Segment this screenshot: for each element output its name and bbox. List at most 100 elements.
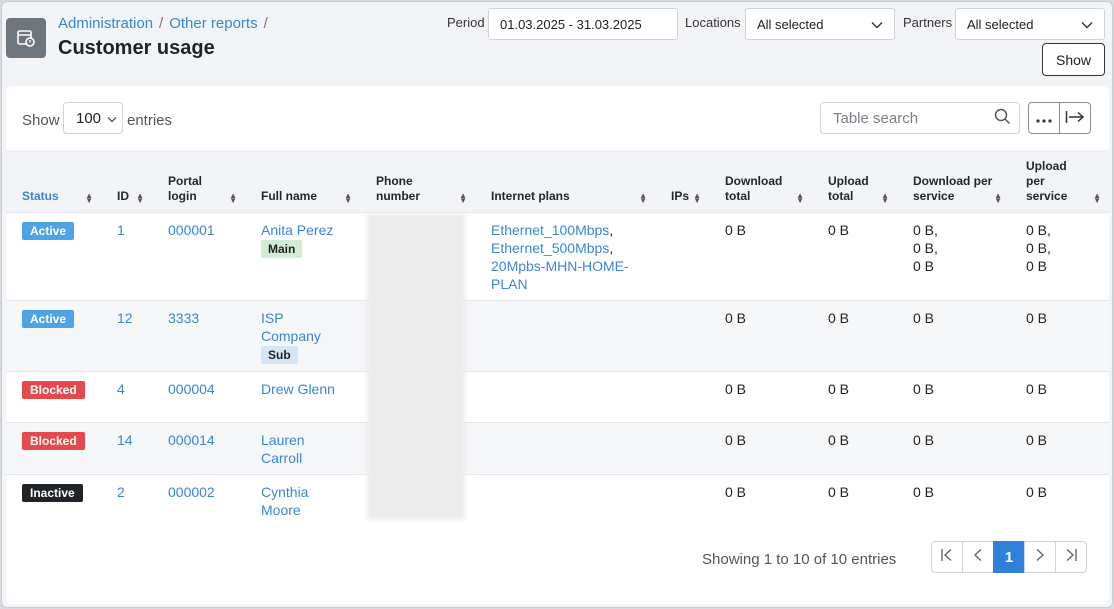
col-status[interactable]: Status ▲ ▼ <box>6 150 101 212</box>
sort-icon: ▲ ▼ <box>994 190 1002 205</box>
status-badge: Inactive <box>22 483 83 502</box>
portal-login-link[interactable]: 000014 <box>168 432 215 448</box>
upload-total-cell: 0 B <box>812 421 897 474</box>
plans-cell <box>475 421 655 474</box>
upload-service-cell: 0 B <box>1010 421 1109 474</box>
breadcrumb: Administration / Other reports / <box>58 15 268 32</box>
period-field[interactable]: 01.03.2025 - 31.03.2025 <box>488 8 678 40</box>
portal-login-link[interactable]: 000001 <box>168 222 215 238</box>
more-options-button[interactable] <box>1028 102 1060 134</box>
breadcrumb-other-reports[interactable]: Other reports <box>169 15 257 32</box>
plan-link[interactable]: Ethernet_500Mbps <box>491 240 609 256</box>
page-button-current[interactable]: 1 <box>993 541 1025 573</box>
customer-id-link[interactable]: 1 <box>117 222 125 238</box>
ellipsis-icon <box>1036 110 1052 126</box>
export-button[interactable] <box>1059 102 1091 134</box>
col-download-per-service[interactable]: Download per service ▲ ▼ <box>897 150 1010 212</box>
chevron-down-icon <box>871 17 883 32</box>
download-total-cell: 0 B <box>709 370 812 422</box>
sort-icon: ▲ ▼ <box>881 190 889 205</box>
customer-name-link[interactable]: Anita Perez <box>261 222 333 238</box>
customer-id-link[interactable]: 4 <box>117 381 125 397</box>
customer-name-link[interactable]: Lauren Carroll <box>261 431 321 467</box>
search-placeholder: Table search <box>833 109 919 127</box>
prev-page-button[interactable] <box>962 541 994 573</box>
ips-cell <box>655 421 709 474</box>
download-service-cell: 0 B <box>897 421 1010 474</box>
pagination: 1 <box>931 541 1087 573</box>
period-label: Period <box>447 15 485 30</box>
ips-cell <box>655 211 709 300</box>
ips-cell <box>655 299 709 371</box>
portal-login-link[interactable]: 000004 <box>168 381 215 397</box>
breadcrumb-administration[interactable]: Administration <box>58 15 153 32</box>
partners-select[interactable]: All selected <box>955 8 1105 40</box>
portal-login-link[interactable]: 000002 <box>168 484 215 500</box>
locations-label: Locations <box>685 15 741 30</box>
plans-cell <box>475 299 655 371</box>
period-value: 01.03.2025 - 31.03.2025 <box>500 16 642 32</box>
col-upload-per-service[interactable]: Upload per service ▲ ▼ <box>1010 150 1109 212</box>
col-download-total[interactable]: Download total ▲ ▼ <box>709 150 812 212</box>
customer-id-link[interactable]: 2 <box>117 484 125 500</box>
download-service-cell: 0 B, 0 B, 0 B <box>897 211 1010 300</box>
phone-redaction <box>367 214 465 520</box>
next-page-button[interactable] <box>1024 541 1056 573</box>
chevron-down-icon <box>1081 17 1093 32</box>
status-badge: Active <box>22 309 75 328</box>
sort-icon: ▲ ▼ <box>344 190 352 205</box>
last-page-button[interactable] <box>1055 541 1087 573</box>
show-button[interactable]: Show <box>1042 43 1105 76</box>
sort-icon: ▲ ▼ <box>796 190 804 205</box>
table-row: Active 1 000001 Anita Perez Main Ethernet… <box>6 211 1109 300</box>
col-upload-total[interactable]: Upload total ▲ ▼ <box>812 150 897 212</box>
first-page-icon <box>940 548 954 566</box>
entries-label: entries <box>127 112 173 129</box>
page-title: Customer usage <box>58 37 215 59</box>
page-size-value: 100 <box>76 109 102 127</box>
plan-link[interactable]: 20Mpbs-MHN-HOME-PLAN <box>491 258 629 292</box>
usage-table: Status ▲ ▼ ID ▲ ▼ Portal login ▲ ▼ Full name ▲ ▼… <box>6 150 1109 525</box>
page-size-select[interactable]: 100 <box>63 102 123 134</box>
customer-name-link[interactable]: ISP Company <box>261 309 331 345</box>
plans-cell <box>475 473 655 525</box>
table-row: Inactive 2 000002 Cynthia Moore 0 B 0 B … <box>6 473 1109 525</box>
sort-icon: ▲ ▼ <box>459 190 467 205</box>
col-ips[interactable]: IPs ▲ ▼ <box>655 150 709 212</box>
plan-link[interactable]: Ethernet_100Mbps <box>491 222 609 238</box>
table-header: Status ▲ ▼ ID ▲ ▼ Portal login ▲ ▼ Full name ▲ ▼… <box>6 150 1109 212</box>
col-portal-login[interactable]: Portal login ▲ ▼ <box>152 150 245 212</box>
table-info: Showing 1 to 10 of 10 entries <box>702 551 897 568</box>
col-phone-number[interactable]: Phone number ▲ ▼ <box>360 150 475 212</box>
customer-tag: Sub <box>261 345 298 364</box>
portal-login-link[interactable]: 3333 <box>168 310 199 326</box>
status-badge: Active <box>22 221 75 240</box>
customer-tag: Main <box>261 239 303 258</box>
app-window: Administration / Other reports / Custome… <box>1 1 1113 608</box>
chevron-right-icon <box>1035 548 1045 566</box>
download-total-cell: 0 B <box>709 473 812 525</box>
sort-icon: ▲ ▼ <box>229 190 237 205</box>
sort-icon: ▲ ▼ <box>1093 190 1101 205</box>
arrow-right-to-line-icon <box>1065 110 1085 127</box>
last-page-icon <box>1064 548 1078 566</box>
partners-label: Partners <box>903 15 953 30</box>
col-internet-plans[interactable]: Internet plans ▲ ▼ <box>475 150 655 212</box>
customer-name-link[interactable]: Cynthia Moore <box>261 483 321 519</box>
customer-name-link[interactable]: Drew Glenn <box>261 381 335 397</box>
breadcrumb-separator: / <box>263 15 268 32</box>
download-service-cell: 0 B <box>897 370 1010 422</box>
col-full-name[interactable]: Full name ▲ ▼ <box>245 150 360 212</box>
chevron-left-icon <box>973 548 983 566</box>
col-id[interactable]: ID ▲ ▼ <box>101 150 152 212</box>
sort-icon: ▲ ▼ <box>85 190 93 205</box>
first-page-button[interactable] <box>931 541 963 573</box>
customer-id-link[interactable]: 14 <box>117 432 133 448</box>
upload-service-cell: 0 B <box>1010 473 1109 525</box>
customer-id-link[interactable]: 12 <box>117 310 133 326</box>
locations-select[interactable]: All selected <box>745 8 895 40</box>
download-total-cell: 0 B <box>709 421 812 474</box>
breadcrumb-separator: / <box>159 15 164 32</box>
table-search-input[interactable]: Table search <box>820 102 1020 134</box>
upload-total-cell: 0 B <box>812 299 897 371</box>
